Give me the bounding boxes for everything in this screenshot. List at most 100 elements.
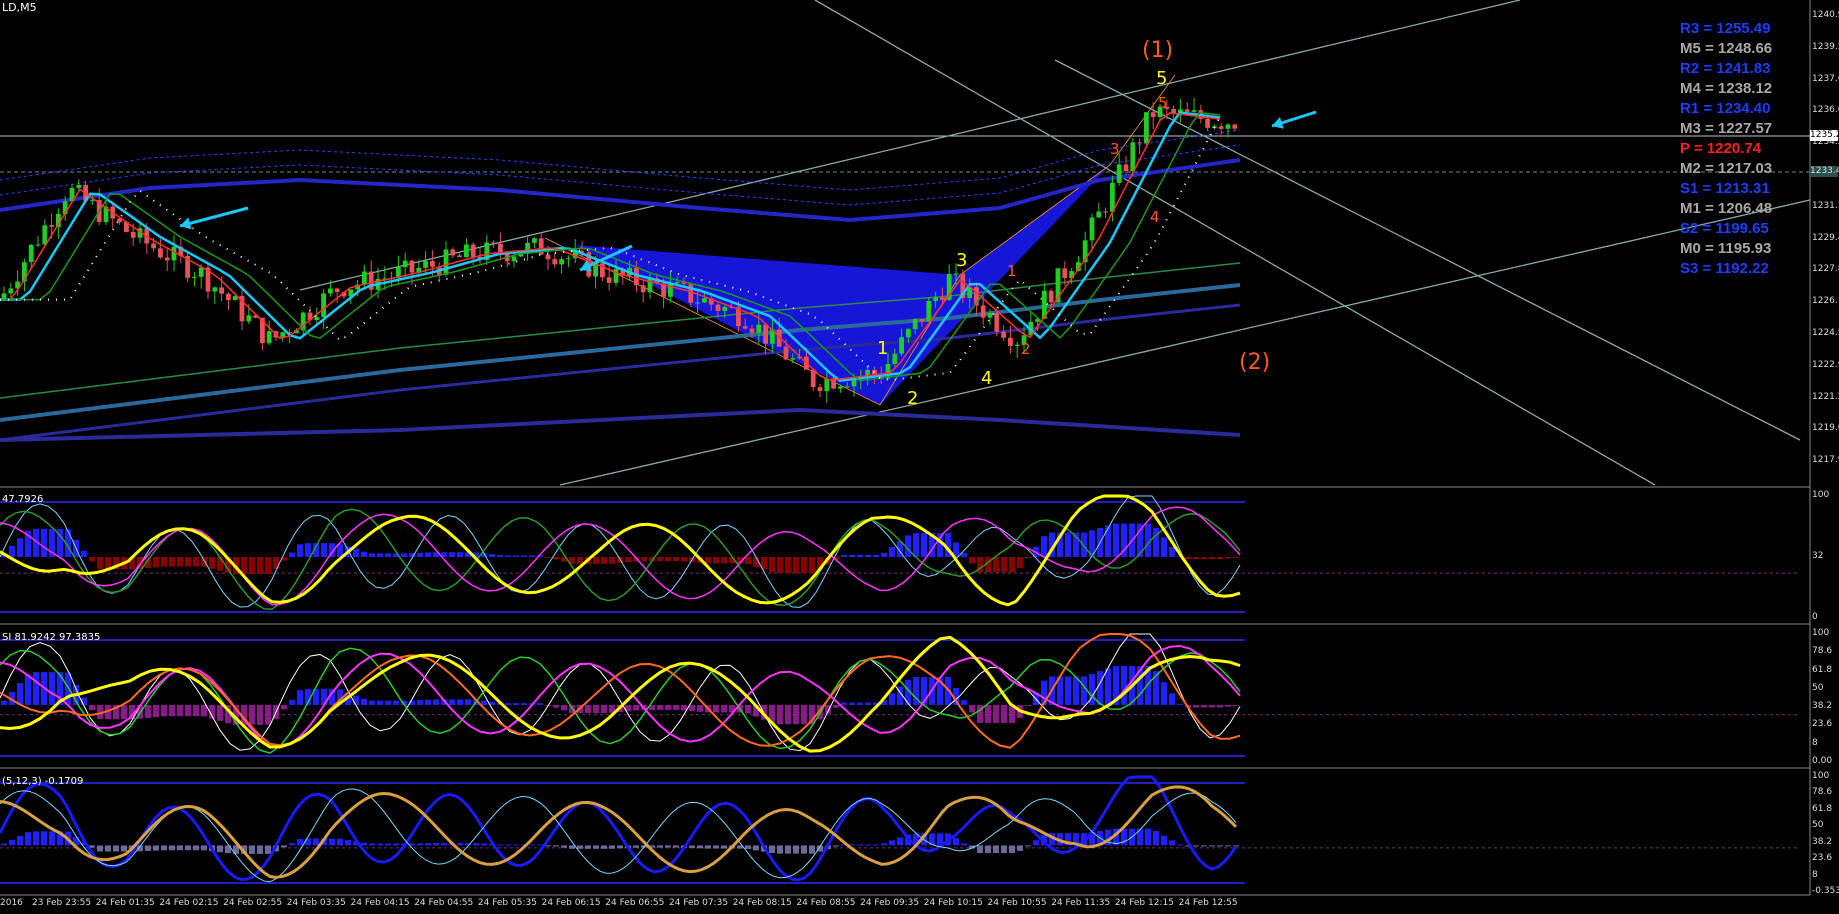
time-tick-label: 24 Feb 05:35 bbox=[477, 898, 537, 908]
histogram-bar bbox=[33, 672, 39, 705]
histogram-bar bbox=[145, 845, 151, 851]
histogram-bar bbox=[849, 702, 855, 705]
histogram-bar bbox=[289, 699, 295, 705]
wave-orange-2: 2 bbox=[1021, 340, 1031, 358]
histogram-bar bbox=[1209, 557, 1215, 560]
current-price-marker: 1235.2 bbox=[1810, 130, 1839, 141]
histogram-bar bbox=[873, 844, 879, 846]
histogram-bar bbox=[249, 557, 255, 574]
histogram-bar bbox=[961, 843, 967, 846]
histogram-bar bbox=[993, 557, 999, 573]
histogram-bar bbox=[249, 705, 255, 725]
histogram-bar bbox=[1177, 844, 1183, 846]
candle-body bbox=[1014, 344, 1020, 347]
histogram-bar bbox=[697, 705, 703, 712]
histogram-bar bbox=[513, 844, 519, 846]
histogram-bar bbox=[833, 705, 839, 708]
histogram-bar bbox=[369, 843, 375, 846]
histogram-bar bbox=[857, 702, 863, 705]
candle-body bbox=[1205, 118, 1210, 128]
histogram-bar bbox=[497, 554, 503, 557]
cyan-arrow-head bbox=[180, 217, 192, 230]
candle-body bbox=[266, 331, 272, 344]
histogram-bar bbox=[593, 705, 599, 714]
histogram-bar bbox=[1121, 665, 1127, 705]
histogram-bar bbox=[513, 555, 519, 557]
histogram-bar bbox=[633, 705, 639, 711]
histogram-bar bbox=[697, 845, 703, 849]
histogram-bar bbox=[369, 553, 375, 557]
histogram-bar bbox=[385, 553, 391, 557]
candle-body bbox=[1048, 290, 1054, 303]
histogram-bar bbox=[185, 557, 191, 567]
wave-yellow-5: 5 bbox=[1156, 68, 1168, 89]
candle-body bbox=[1225, 124, 1231, 129]
histogram-bar bbox=[857, 844, 863, 846]
wave-yellow-1: 1 bbox=[877, 338, 889, 359]
histogram-bar bbox=[257, 557, 263, 574]
wave-yellow-4: 4 bbox=[981, 368, 993, 389]
histogram-bar bbox=[953, 838, 959, 846]
histogram-bar bbox=[193, 705, 199, 717]
histogram-bar bbox=[1161, 537, 1167, 557]
candle-body bbox=[362, 271, 367, 285]
histogram-bar bbox=[1081, 676, 1087, 705]
histogram-bar bbox=[521, 703, 527, 705]
indicator-tick-label: 100 bbox=[1812, 490, 1830, 500]
histogram-bar bbox=[1217, 557, 1223, 560]
candle-body bbox=[749, 328, 755, 333]
histogram-bar bbox=[897, 837, 903, 846]
histogram-bar bbox=[105, 845, 111, 852]
candle-body bbox=[470, 244, 476, 257]
candle-body bbox=[464, 244, 469, 258]
histogram-bar bbox=[193, 557, 199, 567]
histogram-bar bbox=[569, 845, 575, 849]
histogram-bar bbox=[705, 845, 711, 849]
histogram-bar bbox=[1161, 682, 1167, 705]
histogram-bar bbox=[865, 554, 871, 557]
histogram-bar bbox=[721, 557, 727, 564]
pivot-level: R3 = 1255.49 bbox=[1680, 20, 1771, 37]
histogram-bar bbox=[201, 557, 207, 567]
histogram-bar bbox=[113, 845, 119, 852]
histogram-bar bbox=[1233, 845, 1239, 847]
histogram-bar bbox=[625, 557, 631, 563]
histogram-bar bbox=[1169, 840, 1175, 846]
histogram-bar bbox=[801, 557, 807, 574]
candle-body bbox=[1110, 182, 1115, 212]
histogram-bar bbox=[769, 557, 775, 573]
histogram-bar bbox=[9, 545, 15, 557]
pivot-level: M4 = 1238.12 bbox=[1680, 80, 1773, 97]
histogram-bar bbox=[937, 533, 943, 557]
histogram-bar bbox=[385, 700, 391, 705]
histogram-bar bbox=[457, 552, 463, 557]
pivot-level: S1 = 1213.31 bbox=[1680, 180, 1770, 197]
indicator1-label: 47.7926 bbox=[2, 494, 44, 505]
histogram-bar bbox=[481, 843, 487, 846]
histogram-bar bbox=[153, 705, 159, 718]
candle-body bbox=[1001, 331, 1006, 338]
candle-body bbox=[192, 276, 197, 278]
histogram-bar bbox=[1177, 704, 1183, 705]
candle-body bbox=[606, 277, 612, 283]
histogram-bar bbox=[369, 700, 375, 705]
histogram-bar bbox=[361, 551, 367, 557]
histogram-bar bbox=[865, 702, 871, 705]
histogram-bar bbox=[489, 554, 495, 557]
histogram-bar bbox=[433, 843, 439, 846]
histogram-bar bbox=[881, 843, 887, 846]
candle-body bbox=[28, 244, 34, 263]
histogram-bar bbox=[121, 705, 127, 720]
candle-body bbox=[42, 225, 48, 245]
histogram-bar bbox=[25, 674, 31, 705]
pivot-level: S2 = 1199.65 bbox=[1680, 220, 1769, 237]
pivot-level: M2 = 1217.03 bbox=[1680, 160, 1773, 177]
histogram-bar bbox=[1025, 705, 1031, 706]
histogram-bar bbox=[329, 838, 335, 846]
candle-body bbox=[783, 346, 789, 360]
candle-body bbox=[246, 315, 252, 322]
trading-chart[interactable] bbox=[0, 0, 1839, 914]
histogram-bar bbox=[745, 557, 751, 565]
histogram-bar bbox=[417, 552, 423, 557]
candle-body bbox=[151, 243, 156, 249]
